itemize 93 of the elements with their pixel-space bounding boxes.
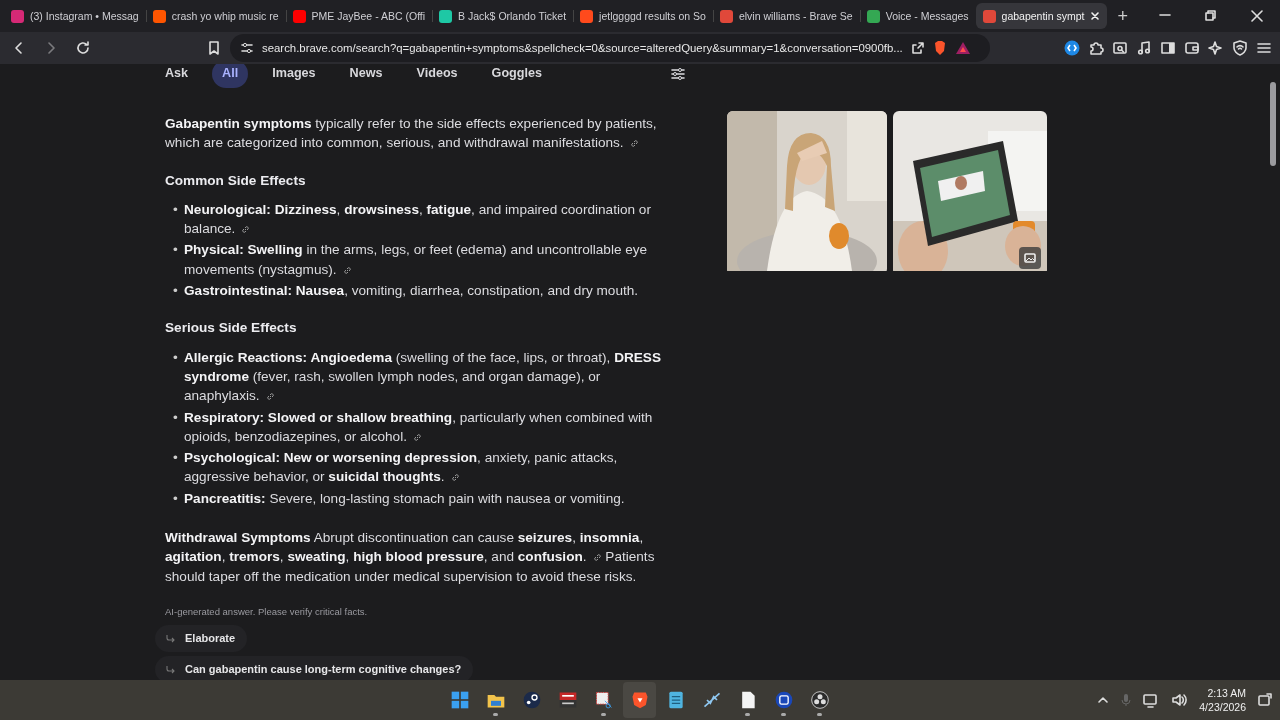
search-tab[interactable]: All bbox=[212, 64, 249, 88]
link-icon[interactable] bbox=[412, 432, 422, 442]
game-icon[interactable] bbox=[521, 690, 542, 710]
sparkle-icon[interactable] bbox=[1208, 40, 1224, 56]
running-indicator bbox=[601, 713, 606, 716]
list-item-text: Respiratory: Slowed or shallow breathing, particularly when combined with opioids, benzodiazepines, or alcohol. bbox=[184, 408, 654, 446]
bullet: • bbox=[173, 489, 177, 508]
search-tab[interactable]: Goggles bbox=[481, 64, 552, 88]
image-icon[interactable] bbox=[1024, 252, 1036, 264]
tab-title: PME JayBee - ABC (Offi bbox=[311, 10, 426, 22]
notification-icon[interactable] bbox=[1258, 693, 1272, 707]
bullet: • bbox=[173, 241, 177, 260]
tab-title: Voice - Messages bbox=[885, 10, 969, 22]
bullet: • bbox=[173, 408, 177, 427]
monitor-icon[interactable] bbox=[1143, 692, 1160, 708]
paragraph: Withdrawal Symptoms Abrupt discontinuation can cause seizures, insomnia, agitation, tremors, sweating, high blood pressure, and confusion. Patients should taper off the medication under medical supervision to avoid these risks. bbox=[165, 529, 656, 586]
app-icon[interactable] bbox=[557, 690, 578, 710]
disclaimer: AI-generated answer. Please verify critical facts. bbox=[165, 604, 369, 619]
running-indicator bbox=[493, 713, 498, 716]
bullet: • bbox=[173, 282, 177, 301]
tab-title: jetlggggd results on So bbox=[599, 10, 706, 22]
filter-icon[interactable] bbox=[671, 67, 685, 81]
bullet: • bbox=[173, 449, 177, 468]
extension-icon[interactable] bbox=[1064, 40, 1080, 56]
search-tab[interactable]: News bbox=[339, 64, 393, 88]
reply-arrow-icon bbox=[165, 664, 175, 675]
search-tab[interactable]: Images bbox=[262, 64, 326, 88]
link-icon[interactable] bbox=[342, 265, 352, 275]
tab-title: B Jack$ Orlando Ticket bbox=[458, 10, 567, 22]
browser-tab[interactable]: PME JayBee - ABC (Offi bbox=[285, 3, 433, 29]
list-item-text: Pancreatitis: Severe, long-lasting stomach pain with nausea or vomiting. bbox=[184, 489, 625, 508]
section-heading: Common Side Effects bbox=[165, 171, 307, 190]
list-item-text: Physical: Swelling in the arms, legs, or feet (edema) and uncontrollable eye movements (nystagmus). bbox=[184, 241, 649, 279]
browser-tab[interactable]: jetlggggd results on So bbox=[573, 3, 713, 29]
clock-time[interactable]: 2:13 AM bbox=[1207, 686, 1246, 700]
browser-tab[interactable]: elvin williams - Brave Se bbox=[712, 3, 860, 29]
clock-date[interactable]: 4/23/2026 bbox=[1199, 700, 1246, 714]
reply-arrow-icon bbox=[165, 633, 175, 644]
follow-up-button[interactable]: Elaborate bbox=[155, 625, 248, 653]
browser-tab[interactable]: B Jack$ Orlando Ticket bbox=[432, 3, 574, 29]
list-item-text: Allergic Reactions: Angioedema (swelling of the face, lips, or throat), DRESS syndrome (fever, rash, swollen lymph nodes, and organ damage), or anaphylaxis. bbox=[184, 348, 662, 406]
list-item-text: Neurological: Dizziness, drowsiness, fatigue, and impaired coordination or balance. bbox=[184, 200, 652, 239]
search-icon[interactable] bbox=[1112, 40, 1128, 56]
chevron-up-icon[interactable] bbox=[1097, 694, 1110, 706]
music-icon[interactable] bbox=[1136, 40, 1152, 56]
search-tab[interactable]: Videos bbox=[406, 64, 468, 88]
search-tab[interactable]: Ask bbox=[155, 64, 199, 88]
sidebar-icon[interactable] bbox=[1160, 40, 1176, 56]
app-icon[interactable] bbox=[773, 690, 794, 710]
list-item-text: Gastrointestinal: Nausea, vomiting, diarrhea, constipation, and dry mouth. bbox=[184, 282, 639, 301]
browser-tab[interactable]: Voice - Messages bbox=[859, 3, 976, 29]
record-icon[interactable] bbox=[809, 690, 830, 710]
shield-icon[interactable] bbox=[932, 40, 947, 56]
reload-icon[interactable] bbox=[75, 40, 91, 56]
bullet: • bbox=[173, 200, 177, 219]
tab-title: elvin williams - Brave Se bbox=[738, 10, 853, 22]
wallet-icon[interactable] bbox=[1184, 40, 1200, 56]
new-tab-button[interactable]: + bbox=[1107, 3, 1138, 29]
start-icon[interactable] bbox=[449, 690, 470, 710]
browser-tab[interactable]: (3) Instagram • Messag bbox=[4, 3, 146, 29]
browser-tab[interactable]: crash yo whip music re bbox=[145, 3, 286, 29]
running-indicator bbox=[817, 713, 822, 716]
app-icon[interactable] bbox=[701, 690, 722, 710]
snipping-icon[interactable] bbox=[593, 690, 614, 710]
running-indicator bbox=[781, 713, 786, 716]
bookmark-icon[interactable] bbox=[208, 40, 220, 56]
triangle-icon[interactable] bbox=[954, 41, 971, 55]
tab-title: gabapentin sympt bbox=[1001, 10, 1085, 22]
paragraph: Gabapentin symptoms typically refer to the side effects experienced by patients, which are categorized into common, serious, and withdrawal manifestations. bbox=[165, 115, 658, 153]
follow-up-button[interactable]: Can gabapentin cause long-term cognitive changes? bbox=[155, 656, 474, 680]
scrollbar-thumb[interactable] bbox=[1270, 82, 1276, 166]
browser-tab[interactable]: gabapentin sympt bbox=[975, 3, 1108, 29]
link-icon[interactable] bbox=[241, 225, 251, 235]
puzzle-icon[interactable] bbox=[1088, 40, 1104, 56]
tab-title: crash yo whip music re bbox=[171, 10, 279, 22]
site-settings-icon[interactable] bbox=[240, 41, 254, 55]
url-text: search.brave.com/search?q=gabapentin+symptoms&spellcheck=0&source=alteredQuery&summary=1&conversation=0900fb... bbox=[262, 42, 903, 54]
link-icon[interactable] bbox=[592, 553, 602, 563]
close-icon[interactable] bbox=[1251, 10, 1263, 22]
share-icon[interactable] bbox=[910, 41, 925, 55]
running-indicator bbox=[745, 713, 750, 716]
section-heading: Serious Side Effects bbox=[165, 319, 298, 338]
restore-icon[interactable] bbox=[1205, 10, 1217, 22]
vpn-shield-icon[interactable] bbox=[1232, 40, 1248, 56]
link-icon[interactable] bbox=[265, 392, 275, 402]
menu-icon[interactable] bbox=[1256, 40, 1272, 56]
bullet: • bbox=[173, 348, 177, 367]
tab-title: (3) Instagram • Messag bbox=[30, 10, 139, 22]
list-item-text: Psychological: New or worsening depression, anxiety, panic attacks, aggressive behavior, or suicidal thoughts. bbox=[184, 449, 619, 487]
address-bar[interactable]: search.brave.com/search?q=gabapentin+symptoms&spellcheck=0&source=alteredQuery&summary=1&conversation=0900fb... bbox=[230, 34, 990, 62]
link-icon[interactable] bbox=[629, 139, 639, 149]
link-icon[interactable] bbox=[450, 473, 460, 483]
speaker-icon[interactable] bbox=[1171, 692, 1188, 708]
